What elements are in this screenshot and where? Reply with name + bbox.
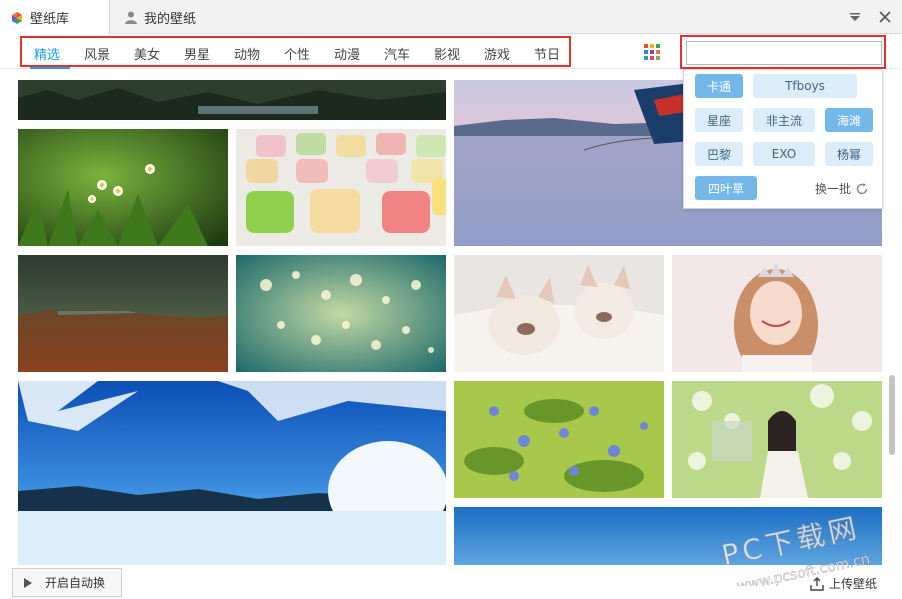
search-suggestions-dropdown: 卡通 Tfboys 星座 非主流 海滩 巴黎 EXO 杨幂 四叶草 换一批 <box>683 69 883 209</box>
wallpaper-girl-blossoms[interactable] <box>672 381 882 498</box>
wallpaper-snowy-forest[interactable] <box>18 381 446 565</box>
tab-label: 壁纸库 <box>30 12 70 27</box>
auto-change-button[interactable]: 开启自动换 <box>12 568 122 597</box>
suggestion-tag[interactable]: 杨幂 <box>825 142 873 166</box>
wallpaper-blue-sky[interactable] <box>454 507 882 565</box>
suggestion-tag[interactable]: 海滩 <box>825 108 873 132</box>
suggestion-tag[interactable]: 卡通 <box>695 74 743 98</box>
suggestion-tag[interactable]: 星座 <box>695 108 743 132</box>
close-button[interactable] <box>876 8 894 26</box>
title-bar: 壁纸库 我的壁纸 <box>0 0 902 35</box>
suggestion-tag[interactable]: 巴黎 <box>695 142 743 166</box>
suggestion-tag[interactable]: 非主流 <box>753 108 815 132</box>
category-beauty[interactable]: 美女 <box>134 44 160 63</box>
category-featured[interactable]: 精选 <box>34 44 60 63</box>
refresh-suggestions-button[interactable]: 换一批 <box>815 180 869 197</box>
tab-wallpaper-library[interactable]: 壁纸库 <box>0 0 110 35</box>
category-games[interactable]: 游戏 <box>484 44 510 63</box>
suggestion-tag[interactable]: 四叶草 <box>695 176 757 200</box>
upload-label: 上传壁纸 <box>829 577 878 591</box>
menu-down-icon <box>850 13 860 21</box>
category-anime[interactable]: 动漫 <box>334 44 360 63</box>
user-icon <box>124 10 138 24</box>
wallpaper-bulldog-puppies[interactable] <box>454 255 664 372</box>
category-bar: 精选 风景 美女 男星 动物 个性 动漫 汽车 影视 游戏 节日 <box>0 35 902 69</box>
wallpaper-girl-crown[interactable] <box>672 255 882 372</box>
auto-change-label: 开启自动换 <box>45 576 106 590</box>
wallpaper-daisies-grass[interactable] <box>18 129 228 246</box>
category-animals[interactable]: 动物 <box>234 44 260 63</box>
category-cars[interactable]: 汽车 <box>384 44 410 63</box>
tab-label: 我的壁纸 <box>144 11 197 27</box>
wallpaper-candy-cubes[interactable] <box>236 129 446 246</box>
scrollbar-thumb[interactable] <box>889 375 895 455</box>
menu-dropdown-button[interactable] <box>846 8 864 26</box>
wallpaper-dandelion-bokeh[interactable] <box>236 255 446 372</box>
close-icon <box>879 11 891 23</box>
active-category-underline <box>30 67 70 69</box>
app-logo-icon <box>10 11 24 25</box>
all-categories-grid-icon[interactable] <box>644 44 660 60</box>
wallpaper-forest-banner[interactable] <box>18 80 446 120</box>
suggestion-tag[interactable]: Tfboys <box>753 74 857 98</box>
refresh-label: 换一批 <box>815 182 852 196</box>
refresh-icon <box>856 182 868 194</box>
upload-icon <box>810 576 824 591</box>
category-scenery[interactable]: 风景 <box>84 44 110 63</box>
wallpaper-lake-reflection[interactable] <box>18 255 228 372</box>
search-input[interactable] <box>686 41 882 65</box>
category-personality[interactable]: 个性 <box>284 44 310 63</box>
category-holidays[interactable]: 节日 <box>534 44 560 63</box>
upload-wallpaper-button[interactable]: 上传壁纸 <box>810 575 877 592</box>
suggestion-tag[interactable]: EXO <box>753 142 815 166</box>
play-icon <box>24 577 32 588</box>
category-male-stars[interactable]: 男星 <box>184 44 210 63</box>
wallpaper-blue-flowers[interactable] <box>454 381 664 498</box>
category-film[interactable]: 影视 <box>434 44 460 63</box>
tab-my-wallpapers[interactable]: 我的壁纸 <box>124 0 196 34</box>
